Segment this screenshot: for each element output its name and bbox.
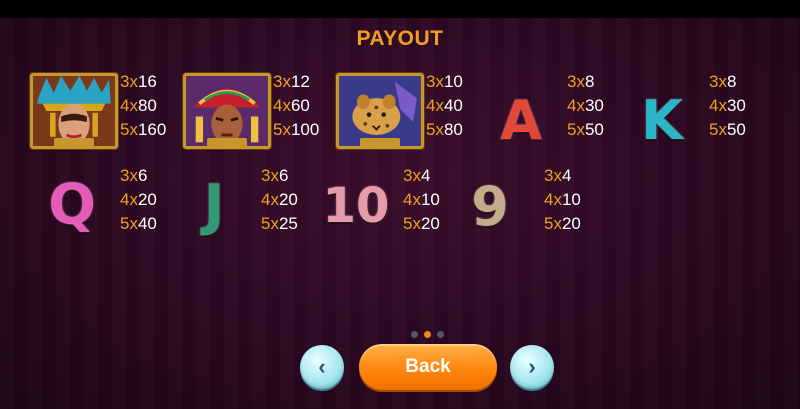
- portrait-plaque: [54, 138, 94, 146]
- paytable-aztec-queen: 3x16 4x80 5x160: [120, 70, 166, 142]
- paytable-10: 3x4 4x10 5x20: [403, 164, 440, 236]
- jaguar-symbol: [336, 73, 424, 149]
- back-button[interactable]: Back: [359, 344, 497, 390]
- nine-symbol: 9: [471, 175, 509, 238]
- pay-line-5: 5x40: [120, 214, 157, 233]
- paytable-k: 3x8 4x30 5x50: [709, 70, 746, 142]
- pay-line-5: 5x20: [403, 214, 440, 233]
- pay-line-3: 3x12: [273, 72, 310, 91]
- pay-line-4: 4x10: [544, 190, 581, 209]
- letter-j-symbol: J: [203, 173, 225, 238]
- previous-page-button[interactable]: ‹: [300, 345, 344, 389]
- ten-symbol: 10: [322, 178, 390, 234]
- portrait-plaque: [207, 138, 247, 146]
- payout-row-1: 3x16 4x80 5x160 3x12 4x60 5x100 3x10 4x4…: [0, 70, 800, 150]
- pay-line-5: 5x50: [567, 120, 604, 139]
- paytable-a: 3x8 4x30 5x50: [567, 70, 604, 142]
- paytable-9: 3x4 4x10 5x20: [544, 164, 581, 236]
- page-dot-1[interactable]: [411, 331, 418, 338]
- aztec-queen-image: [33, 76, 115, 146]
- pay-line-4: 4x20: [120, 190, 157, 209]
- pay-line-5: 5x80: [426, 120, 463, 139]
- jaguar-image: [339, 76, 421, 146]
- pay-line-4: 4x20: [261, 190, 298, 209]
- pay-line-5: 5x50: [709, 120, 746, 139]
- pay-line-3: 3x4: [403, 166, 431, 185]
- pay-line-5: 5x20: [544, 214, 581, 233]
- pay-line-4: 4x10: [403, 190, 440, 209]
- paytable-j: 3x6 4x20 5x25: [261, 164, 298, 236]
- paytable-q: 3x6 4x20 5x40: [120, 164, 157, 236]
- pay-line-4: 4x60: [273, 96, 310, 115]
- paytable-aztec-warrior: 3x12 4x60 5x100: [273, 70, 319, 142]
- pay-line-4: 4x30: [709, 96, 746, 115]
- pay-line-3: 3x8: [567, 72, 595, 91]
- pay-line-3: 3x16: [120, 72, 157, 91]
- pay-line-3: 3x10: [426, 72, 463, 91]
- pay-line-5: 5x160: [120, 120, 167, 139]
- page-dot-3[interactable]: [437, 331, 444, 338]
- letter-q-symbol: Q: [48, 173, 96, 238]
- pay-line-3: 3x8: [709, 72, 737, 91]
- pay-line-4: 4x80: [120, 96, 157, 115]
- pay-line-3: 3x4: [544, 166, 572, 185]
- letter-a-symbol: A: [500, 89, 542, 152]
- portrait-plaque: [360, 138, 400, 146]
- page-title: PAYOUT: [356, 27, 444, 50]
- aztec-warrior-image: [186, 76, 268, 146]
- chevron-left-icon: ‹: [318, 354, 326, 379]
- aztec-warrior-symbol: [183, 73, 271, 149]
- payout-row-2: Q 3x6 4x20 5x40 J 3x6 4x20 5x25 10 3x4 4…: [0, 164, 800, 244]
- pay-line-3: 3x6: [120, 166, 148, 185]
- pay-line-3: 3x6: [261, 166, 289, 185]
- paytable-jaguar: 3x10 4x40 5x80: [426, 70, 463, 142]
- pay-line-5: 5x100: [273, 120, 320, 139]
- pay-line-4: 4x40: [426, 96, 463, 115]
- chevron-right-icon: ›: [528, 354, 536, 379]
- letter-k-symbol: K: [641, 89, 683, 152]
- pay-line-4: 4x30: [567, 96, 604, 115]
- page-indicator: [411, 331, 444, 339]
- pay-line-5: 5x25: [261, 214, 298, 233]
- top-black-bar: [0, 0, 800, 18]
- next-page-button[interactable]: ›: [510, 345, 554, 389]
- aztec-queen-symbol: [30, 73, 118, 149]
- page-dot-2[interactable]: [424, 331, 431, 338]
